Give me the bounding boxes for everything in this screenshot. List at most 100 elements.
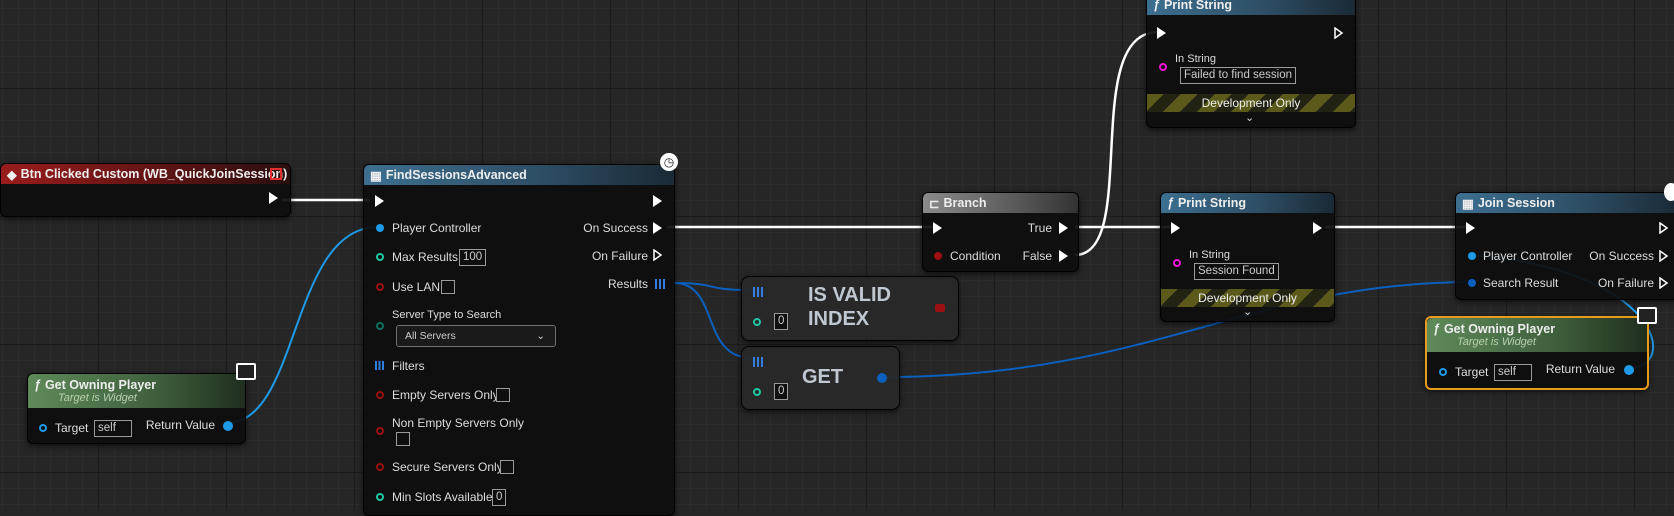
print-string-title: Print String — [1177, 196, 1247, 210]
array-get-node[interactable]: 0 GET — [741, 346, 900, 410]
secure-servers-label: Secure Servers Only — [392, 460, 503, 474]
on-failure-exec-pin[interactable] — [653, 248, 663, 262]
return-value-pin[interactable] — [223, 421, 233, 431]
object-wire — [226, 226, 379, 424]
false-exec-pin[interactable] — [1059, 250, 1068, 262]
index-field[interactable]: 0 — [774, 383, 789, 400]
non-empty-servers-label: Non Empty Servers Only — [392, 416, 525, 430]
event-node-header[interactable]: ◆ Btn Clicked Custom (WB_QuickJoinSessio… — [1, 164, 290, 184]
return-value-pin[interactable] — [1624, 365, 1634, 375]
on-failure-label: On Failure — [1597, 276, 1654, 290]
get-owning-player-subtitle: Target is Widget — [58, 392, 137, 404]
target-label: Target — [1455, 365, 1489, 379]
join-session-header[interactable]: ▦ Join Session — [1456, 193, 1674, 213]
exec-out-pin[interactable] — [1313, 222, 1322, 234]
results-array-pin[interactable] — [655, 279, 665, 289]
player-controller-label: Player Controller — [392, 221, 482, 235]
search-result-pin[interactable] — [1468, 279, 1476, 287]
target-label: Target — [55, 421, 89, 435]
function-icon: ƒ — [34, 378, 41, 392]
index-pin[interactable] — [753, 318, 761, 326]
target-self-field[interactable]: self — [94, 420, 132, 437]
print-string-node-top[interactable]: ƒ Print String In String Failed to find … — [1146, 0, 1356, 128]
max-results-field[interactable]: 100 — [459, 249, 487, 266]
min-slots-pin[interactable] — [376, 493, 384, 501]
return-bool-pin[interactable] — [935, 304, 945, 312]
join-session-title: Join Session — [1477, 196, 1555, 210]
is-valid-index-node[interactable]: 0 IS VALID INDEX — [741, 276, 959, 341]
in-string-field[interactable]: Session Found — [1194, 263, 1279, 280]
server-type-pin[interactable] — [376, 322, 384, 330]
false-label: False — [1022, 249, 1052, 263]
in-string-pin[interactable] — [1159, 63, 1167, 71]
server-type-value: All Servers — [405, 330, 456, 342]
condition-pin[interactable] — [934, 252, 942, 260]
grid-icon: ▦ — [1462, 196, 1474, 211]
non-empty-servers-checkbox[interactable] — [396, 432, 410, 446]
secure-servers-pin[interactable] — [376, 463, 384, 471]
min-slots-field[interactable]: 0 — [492, 489, 507, 506]
use-lan-pin[interactable] — [376, 283, 384, 291]
secure-servers-checkbox[interactable] — [500, 460, 514, 474]
on-success-exec-pin[interactable] — [653, 222, 662, 234]
in-string-field[interactable]: Failed to find session — [1180, 67, 1297, 84]
exec-in-pin[interactable] — [1171, 222, 1180, 234]
true-exec-pin[interactable] — [1059, 222, 1068, 234]
branch-title: Branch — [943, 196, 987, 210]
use-lan-label: Use LAN — [392, 280, 441, 294]
empty-servers-checkbox[interactable] — [496, 388, 510, 402]
print-string-node-mid[interactable]: ƒ Print String In String Session Found D… — [1160, 192, 1335, 322]
player-controller-pin[interactable] — [376, 224, 384, 232]
min-slots-label: Min Slots Available — [392, 490, 493, 504]
player-controller-label: Player Controller — [1483, 249, 1573, 263]
max-results-pin[interactable] — [376, 253, 384, 261]
branch-header[interactable]: ⊏ Branch — [923, 193, 1078, 213]
delegate-icon — [270, 168, 282, 180]
in-string-label: In String — [1189, 249, 1230, 261]
target-self-field[interactable]: self — [1494, 364, 1532, 381]
exec-in-pin[interactable] — [1157, 27, 1166, 39]
exec-in-pin[interactable] — [375, 195, 384, 207]
get-owning-player-node-left[interactable]: ƒ Get Owning Player Target is Widget Targ… — [27, 373, 246, 444]
use-lan-checkbox[interactable] — [441, 280, 455, 294]
event-icon: ◆ — [7, 167, 17, 182]
print-string-header[interactable]: ƒ Print String — [1161, 193, 1334, 213]
get-label: GET — [802, 366, 844, 388]
exec-out-pin[interactable] — [269, 192, 278, 204]
target-pin[interactable] — [1439, 368, 1447, 376]
find-sessions-advanced-node[interactable]: ▦ FindSessionsAdvanced Player Controller… — [363, 164, 675, 516]
on-failure-exec-pin[interactable] — [1659, 276, 1669, 290]
clock-icon — [1664, 183, 1674, 201]
non-empty-servers-pin[interactable] — [376, 427, 384, 435]
exec-out-pin[interactable] — [1659, 221, 1669, 235]
in-string-label: In String — [1175, 53, 1216, 65]
exec-out-pin[interactable] — [1334, 26, 1344, 40]
index-field[interactable]: 0 — [774, 313, 789, 330]
true-label: True — [1027, 221, 1052, 235]
empty-servers-pin[interactable] — [376, 391, 384, 399]
server-type-dropdown[interactable]: All Servers ⌄ — [396, 325, 556, 347]
exec-out-pin[interactable] — [653, 195, 662, 207]
print-string-header[interactable]: ƒ Print String — [1147, 0, 1355, 15]
get-owning-player-header[interactable]: ƒ Get Owning Player Target is Widget — [1427, 318, 1647, 352]
player-controller-pin[interactable] — [1468, 252, 1476, 260]
in-string-pin[interactable] — [1173, 259, 1181, 267]
branch-icon: ⊏ — [929, 196, 940, 211]
exec-in-pin[interactable] — [1466, 222, 1475, 234]
get-output-pin[interactable] — [877, 373, 887, 383]
target-pin[interactable] — [39, 424, 47, 432]
event-node-btn-clicked[interactable]: ◆ Btn Clicked Custom (WB_QuickJoinSessio… — [0, 163, 291, 217]
get-owning-player-header[interactable]: ƒ Get Owning Player Target is Widget — [28, 374, 245, 408]
clock-icon: ◷ — [660, 153, 678, 171]
on-success-label: On Success — [1589, 249, 1654, 263]
join-session-node[interactable]: ▦ Join Session Player Controller Search … — [1455, 192, 1674, 300]
branch-node[interactable]: ⊏ Branch Condition True False — [922, 192, 1079, 272]
find-sessions-header[interactable]: ▦ FindSessionsAdvanced — [364, 165, 674, 185]
empty-servers-label: Empty Servers Only — [392, 388, 499, 402]
get-owning-player-node-right[interactable]: ƒ Get Owning Player Target is Widget Targ… — [1425, 316, 1649, 390]
on-success-exec-pin[interactable] — [1659, 249, 1669, 263]
return-value-label: Return Value — [1545, 362, 1615, 376]
exec-in-pin[interactable] — [933, 222, 942, 234]
array-icon — [375, 361, 384, 370]
index-pin[interactable] — [753, 388, 761, 396]
